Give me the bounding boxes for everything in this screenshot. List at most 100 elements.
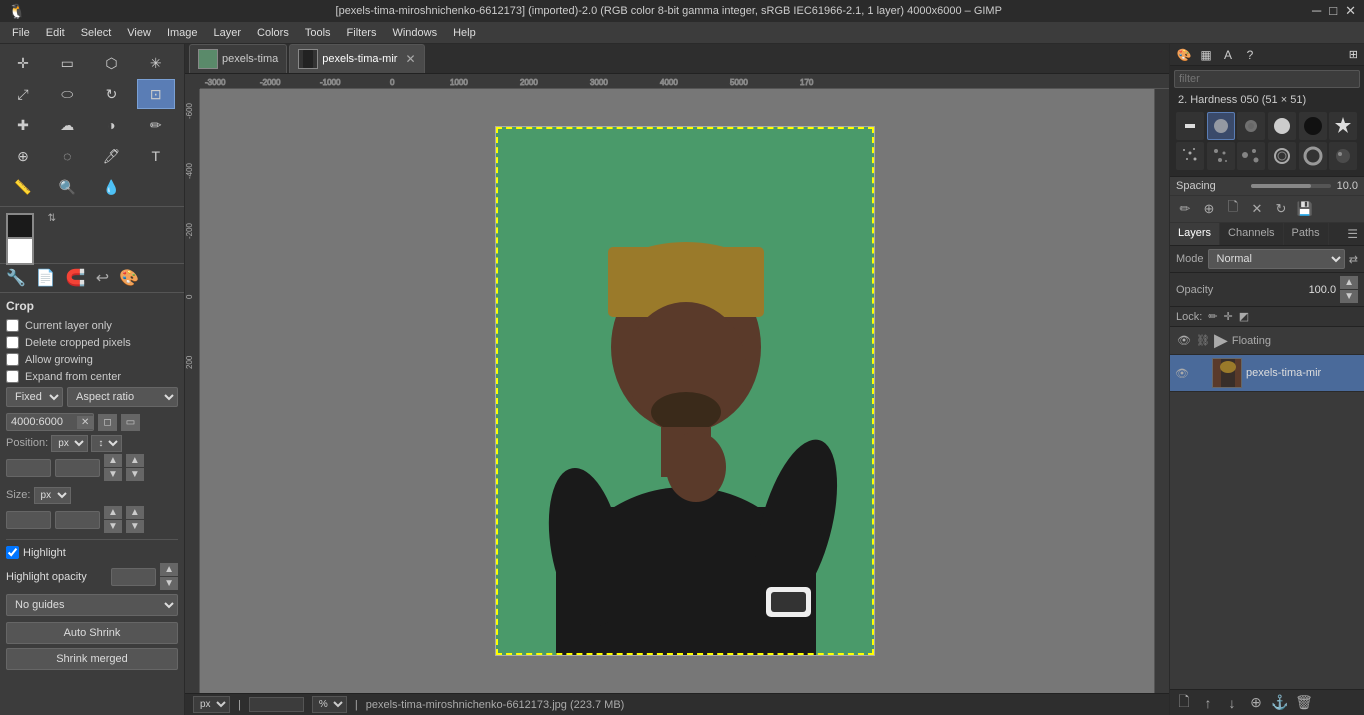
layer-raise-btn[interactable]: ↑ — [1198, 693, 1218, 713]
tool-smudge[interactable]: ☁ — [48, 110, 86, 140]
tool-paths[interactable]: 🖊 — [93, 141, 131, 171]
dimensions-landscape-btn[interactable]: ▭ — [121, 414, 140, 431]
delete-cropped-pixels-checkbox[interactable] — [6, 336, 19, 349]
image-tab-1[interactable]: pexels-tima-mir ✕ — [289, 44, 424, 73]
layers-menu-btn[interactable]: ☰ — [1341, 223, 1364, 245]
menu-select[interactable]: Select — [73, 25, 120, 41]
brush-cell-speckle2[interactable] — [1207, 142, 1235, 170]
position-chain-select[interactable]: ↕ — [91, 435, 122, 452]
brush-cell-4[interactable] — [1268, 112, 1296, 140]
action-save-brush[interactable]: 💾 — [1294, 198, 1316, 220]
tool-zoom[interactable]: 🔍 — [48, 172, 86, 202]
tool-scale[interactable]: ⤢ — [4, 79, 42, 109]
menu-edit[interactable]: Edit — [38, 25, 73, 41]
status-zoom-unit-select[interactable]: % — [312, 696, 347, 713]
allow-growing-checkbox[interactable] — [6, 353, 19, 366]
layer-lower-btn[interactable]: ↓ — [1222, 693, 1242, 713]
opacity-up[interactable]: ▲ — [160, 563, 178, 576]
swap-colors[interactable]: ⇅ — [48, 213, 56, 224]
tool-rect-select[interactable]: ▭ — [48, 48, 86, 78]
tool-heal[interactable]: ✚ — [4, 110, 42, 140]
aspect-ratio-select[interactable]: Aspect ratio — [67, 387, 178, 407]
options-tab-undo[interactable]: ↩ — [94, 266, 111, 290]
tool-color-pick[interactable]: 💧 — [93, 172, 131, 202]
menu-file[interactable]: File — [4, 25, 38, 41]
maximize-button[interactable]: □ — [1329, 3, 1337, 19]
options-tab-document[interactable]: 📄 — [34, 266, 58, 290]
tool-text[interactable]: T — [137, 141, 175, 171]
tool-clone[interactable]: ⊕ — [4, 141, 42, 171]
highlight-checkbox[interactable] — [6, 546, 19, 559]
rp-icon-color[interactable]: 🎨 — [1176, 47, 1192, 63]
fixed-select[interactable]: Fixed — [6, 387, 63, 407]
background-color[interactable] — [6, 237, 34, 265]
current-layer-only-checkbox[interactable] — [6, 319, 19, 332]
tool-move[interactable]: ✛ — [4, 48, 42, 78]
options-tab-tool[interactable]: 🔧 — [4, 266, 28, 290]
pos-y-down[interactable]: ▼ — [126, 468, 144, 481]
pos-x-down[interactable]: ▼ — [104, 468, 122, 481]
tool-rotate[interactable]: ↻ — [93, 79, 131, 109]
brush-filter-input[interactable] — [1174, 70, 1360, 88]
mode-select[interactable]: Normal — [1208, 249, 1345, 269]
size-x-input[interactable]: 0 — [6, 511, 51, 529]
layers-tab[interactable]: Layers — [1170, 223, 1220, 245]
tool-blur[interactable]: ◌ — [48, 141, 86, 171]
menu-tools[interactable]: Tools — [297, 25, 339, 41]
tool-measure[interactable]: 📏 — [4, 172, 42, 202]
tool-dodge-burn[interactable]: ◑ — [93, 110, 131, 140]
brush-cell-1[interactable] — [1176, 112, 1204, 140]
menu-help[interactable]: Help — [445, 25, 484, 41]
layer-main-item[interactable]: 👁 pexels-tima-mir — [1170, 355, 1364, 392]
rp-icon-pattern[interactable]: ▦ — [1198, 47, 1214, 63]
menu-windows[interactable]: Windows — [384, 25, 445, 41]
layer-delete-btn[interactable]: 🗑 — [1294, 693, 1314, 713]
opacity-layer-up[interactable]: ▲ — [1340, 276, 1358, 289]
size-y-down[interactable]: ▼ — [126, 520, 144, 533]
rp-expand-icon[interactable]: ⊞ — [1349, 48, 1358, 61]
brush-cell-star[interactable] — [1329, 112, 1357, 140]
layer-new-btn[interactable]: 🗋 — [1174, 693, 1194, 713]
action-edit-brush[interactable]: ✏ — [1174, 198, 1196, 220]
lock-position-icon[interactable]: ✛ — [1224, 310, 1233, 323]
opacity-layer-down[interactable]: ▼ — [1340, 290, 1358, 303]
tool-free-select[interactable]: ⬡ — [93, 48, 131, 78]
size-unit-select[interactable]: px — [34, 487, 71, 504]
guides-select[interactable]: No guides — [6, 594, 178, 616]
layer-anchor-btn[interactable]: ⚓ — [1270, 693, 1290, 713]
dimensions-input[interactable]: 4000:6000 — [7, 414, 77, 430]
brush-cell-speckle3[interactable] — [1237, 142, 1265, 170]
action-refresh-brush[interactable]: ↻ — [1270, 198, 1292, 220]
brush-cell-circle1[interactable] — [1299, 142, 1327, 170]
minimize-button[interactable]: ─ — [1312, 3, 1321, 19]
layer-duplicate-btn[interactable]: ⊕ — [1246, 693, 1266, 713]
layer-group-item[interactable]: 👁 ⛓ ▶ Floating — [1170, 327, 1364, 355]
tool-pencil[interactable]: ✏ — [137, 110, 175, 140]
opacity-down[interactable]: ▼ — [160, 577, 178, 590]
tab-close-1[interactable]: ✕ — [405, 52, 415, 66]
paths-tab[interactable]: Paths — [1284, 223, 1329, 245]
action-new-brush[interactable]: 🗋 — [1222, 198, 1244, 220]
channels-tab[interactable]: Channels — [1220, 223, 1283, 245]
status-unit-select[interactable]: px — [193, 696, 230, 713]
brush-cell-5[interactable] — [1299, 112, 1327, 140]
close-button[interactable]: ✕ — [1345, 3, 1356, 19]
expand-from-center-checkbox[interactable] — [6, 370, 19, 383]
position-unit-select[interactable]: px — [51, 435, 88, 452]
menu-view[interactable]: View — [119, 25, 159, 41]
image-tab-0[interactable]: pexels-tima — [189, 44, 287, 73]
status-zoom-input[interactable]: 9.09 % — [249, 697, 304, 712]
scrollbar-vertical[interactable] — [1154, 89, 1169, 700]
menu-layer[interactable]: Layer — [206, 25, 250, 41]
rp-icon-font[interactable]: A — [1220, 47, 1236, 63]
tool-shear[interactable]: ⬭ — [48, 79, 86, 109]
options-tab-palette[interactable]: 🎨 — [117, 266, 141, 290]
position-x-input[interactable]: 0 — [6, 459, 51, 477]
size-x-down[interactable]: ▼ — [104, 520, 122, 533]
lock-alpha-icon[interactable]: ◩ — [1239, 310, 1249, 323]
brush-cell-2[interactable] — [1207, 112, 1235, 140]
canvas-scroll[interactable] — [200, 89, 1169, 693]
layer-eye-group[interactable]: 👁 — [1176, 333, 1192, 349]
size-y-up[interactable]: ▲ — [126, 506, 144, 519]
mode-auto-btn[interactable]: ⇄ — [1349, 253, 1358, 266]
